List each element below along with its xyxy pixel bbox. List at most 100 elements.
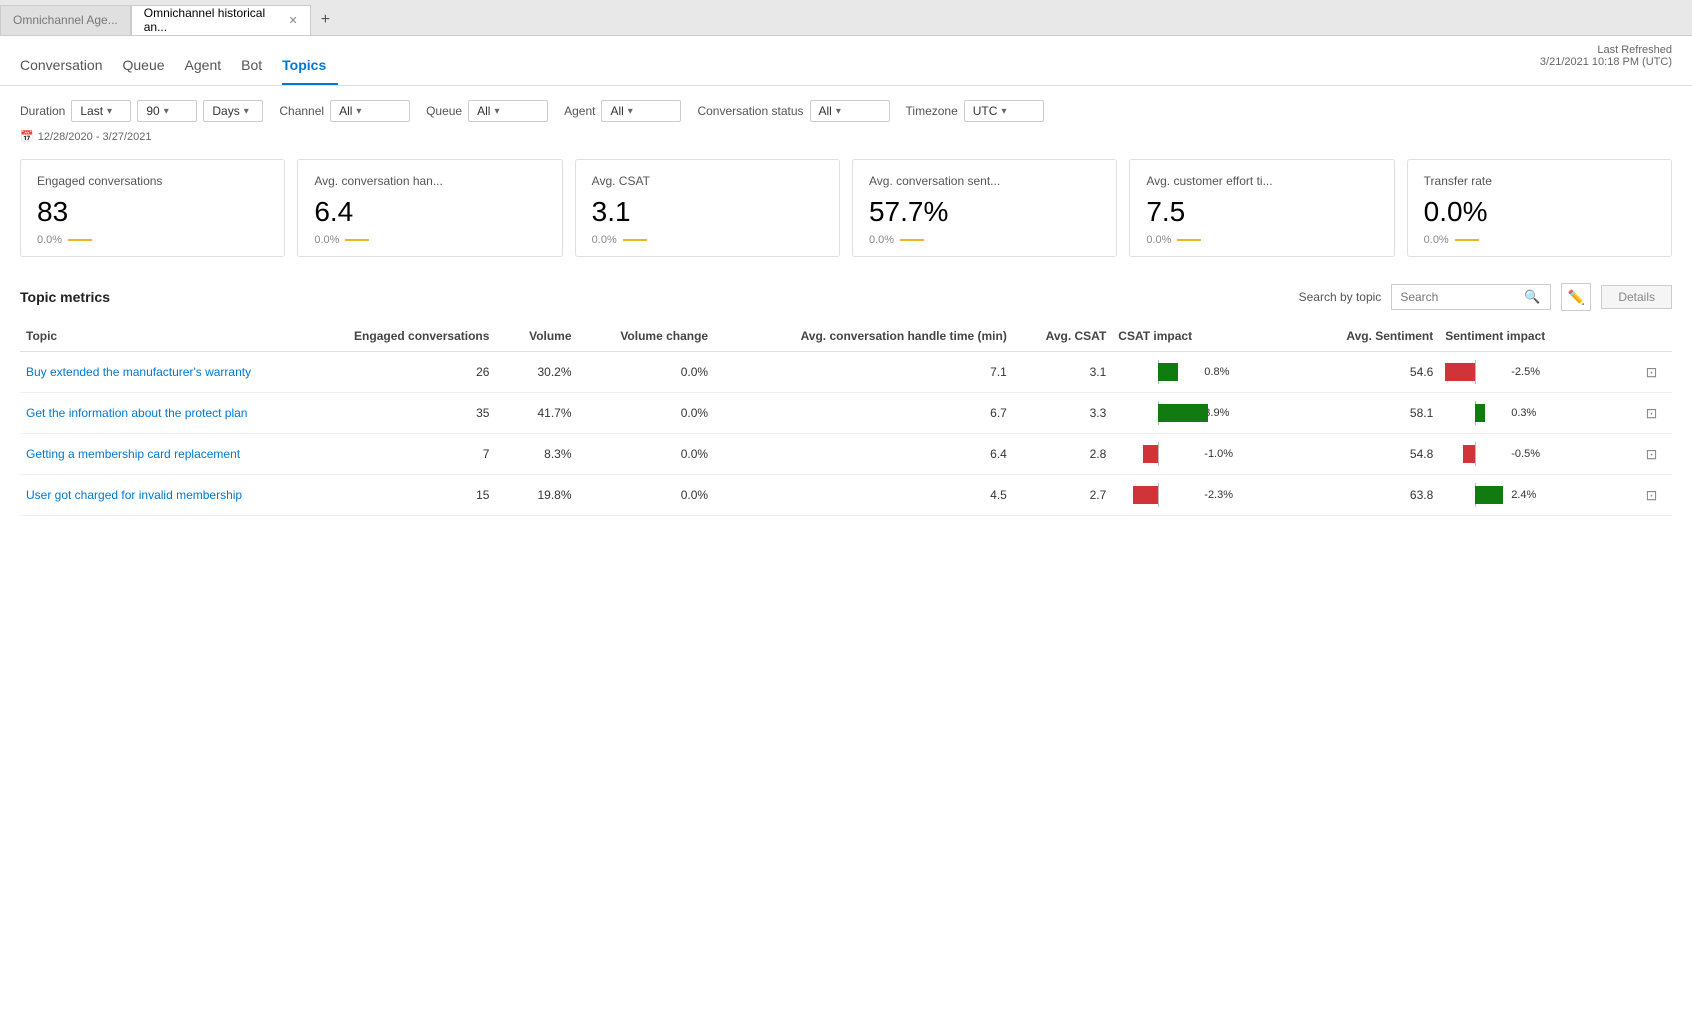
avg-handle-cell: 6.4 [714, 434, 1013, 475]
duration-value: Last [80, 104, 103, 118]
add-tab-button[interactable]: + [311, 11, 340, 29]
copy-icon[interactable]: ⊡ [1646, 364, 1658, 380]
table-row[interactable]: Buy extended the manufacturer's warranty… [20, 352, 1672, 393]
kpi-value-3: 57.7% [869, 196, 1100, 228]
nav-agent[interactable]: Agent [185, 57, 234, 85]
agent-chevron-icon: ▾ [628, 106, 633, 117]
kpi-bar-2 [623, 239, 647, 241]
nav-conversation[interactable]: Conversation [20, 57, 115, 85]
nav-topics[interactable]: Topics [282, 57, 338, 85]
metrics-header: Topic metrics Search by topic 🔍 ✏️ Detai… [20, 271, 1672, 321]
table-header-row: Topic Engaged conversations Volume Volum… [20, 321, 1672, 352]
duration-days: 90 [146, 104, 159, 118]
timezone-select[interactable]: UTC ▾ [964, 100, 1044, 122]
duration-value-select[interactable]: Last ▾ [71, 100, 131, 122]
filter-icon-button[interactable]: ✏️ [1561, 283, 1591, 311]
copy-icon[interactable]: ⊡ [1646, 405, 1658, 421]
copy-icon[interactable]: ⊡ [1646, 446, 1658, 462]
engaged-cell: 35 [294, 393, 496, 434]
table-row[interactable]: Getting a membership card replacement 7 … [20, 434, 1672, 475]
volume-change-cell: 0.0% [578, 475, 715, 516]
copy-icon-cell[interactable]: ⊡ [1631, 475, 1672, 516]
last-refreshed-value: 3/21/2021 10:18 PM (UTC) [1540, 56, 1672, 68]
channel-select[interactable]: All ▾ [330, 100, 410, 122]
csat-impact-cell: -2.3% [1112, 475, 1304, 516]
search-box[interactable]: 🔍 [1391, 284, 1551, 310]
kpi-footer-2: 0.0% [592, 234, 823, 246]
topic-name-cell: Get the information about the protect pl… [20, 393, 294, 434]
nav-queue[interactable]: Queue [123, 57, 177, 85]
conv-status-select[interactable]: All ▾ [810, 100, 890, 122]
volume-change-cell: 0.0% [578, 393, 715, 434]
timezone-chevron-icon: ▾ [1001, 106, 1006, 117]
copy-icon-cell[interactable]: ⊡ [1631, 434, 1672, 475]
sentiment-impact-cell: 0.3% [1439, 393, 1631, 434]
kpi-footer-1: 0.0% [314, 234, 545, 246]
sentiment-impact-cell: -2.5% [1439, 352, 1631, 393]
kpi-card-0: Engaged conversations 83 0.0% [20, 159, 285, 257]
agent-select[interactable]: All ▾ [601, 100, 681, 122]
volume-change-cell: 0.0% [578, 352, 715, 393]
active-tab[interactable]: Omnichannel historical an... ✕ [131, 5, 311, 35]
date-range-value: 12/28/2020 - 3/27/2021 [38, 131, 152, 143]
engaged-cell: 7 [294, 434, 496, 475]
kpi-row: Engaged conversations 83 0.0% Avg. conve… [0, 145, 1692, 271]
col-topic: Topic [20, 321, 294, 352]
duration-days-select[interactable]: 90 ▾ [137, 100, 197, 122]
metrics-controls: Search by topic 🔍 ✏️ Details [1299, 283, 1672, 311]
duration-unit-select[interactable]: Days ▾ [203, 100, 263, 122]
kpi-bar-1 [345, 239, 369, 241]
kpi-change-5: 0.0% [1424, 234, 1449, 246]
col-avg-csat: Avg. CSAT [1013, 321, 1112, 352]
pencil-icon: ✏️ [1568, 289, 1585, 306]
nav-bot[interactable]: Bot [241, 57, 274, 85]
volume-cell: 41.7% [495, 393, 577, 434]
topic-metrics-section: Topic metrics Search by topic 🔍 ✏️ Detai… [0, 271, 1692, 536]
last-refreshed-label: Last Refreshed [1540, 44, 1672, 56]
avg-csat-cell: 3.3 [1013, 393, 1112, 434]
engaged-cell: 15 [294, 475, 496, 516]
kpi-value-2: 3.1 [592, 196, 823, 228]
kpi-bar-4 [1177, 239, 1201, 241]
timezone-value: UTC [973, 104, 998, 118]
col-csat-impact: CSAT impact [1112, 321, 1304, 352]
agent-filter: Agent All ▾ [564, 100, 681, 122]
last-refreshed: Last Refreshed 3/21/2021 10:18 PM (UTC) [1540, 44, 1672, 68]
conv-status-label: Conversation status [697, 104, 803, 118]
close-icon[interactable]: ✕ [289, 14, 298, 27]
queue-select[interactable]: All ▾ [468, 100, 548, 122]
conv-status-value: All [819, 104, 832, 118]
kpi-bar-3 [900, 239, 924, 241]
topic-name-cell: Buy extended the manufacturer's warranty [20, 352, 294, 393]
sentiment-impact-cell: -0.5% [1439, 434, 1631, 475]
queue-filter: Queue All ▾ [426, 100, 548, 122]
topic-table: Topic Engaged conversations Volume Volum… [20, 321, 1672, 516]
search-input[interactable] [1400, 290, 1520, 304]
copy-icon[interactable]: ⊡ [1646, 487, 1658, 503]
table-row[interactable]: Get the information about the protect pl… [20, 393, 1672, 434]
col-avg-sentiment: Avg. Sentiment [1304, 321, 1439, 352]
topic-name-cell: Getting a membership card replacement [20, 434, 294, 475]
avg-sentiment-cell: 54.6 [1304, 352, 1439, 393]
channel-filter: Channel All ▾ [279, 100, 410, 122]
copy-icon-cell[interactable]: ⊡ [1631, 393, 1672, 434]
col-sentiment-impact: Sentiment impact [1439, 321, 1631, 352]
avg-csat-cell: 2.8 [1013, 434, 1112, 475]
sentiment-impact-cell: 2.4% [1439, 475, 1631, 516]
avg-handle-cell: 6.7 [714, 393, 1013, 434]
inactive-tab[interactable]: Omnichannel Age... [0, 5, 131, 35]
kpi-card-1: Avg. conversation han... 6.4 0.0% [297, 159, 562, 257]
kpi-footer-5: 0.0% [1424, 234, 1655, 246]
search-by-topic-label: Search by topic [1299, 290, 1382, 304]
details-button[interactable]: Details [1601, 285, 1672, 309]
kpi-card-3: Avg. conversation sent... 57.7% 0.0% [852, 159, 1117, 257]
engaged-cell: 26 [294, 352, 496, 393]
queue-value: All [477, 104, 490, 118]
kpi-value-5: 0.0% [1424, 196, 1655, 228]
kpi-value-4: 7.5 [1146, 196, 1377, 228]
table-row[interactable]: User got charged for invalid membership … [20, 475, 1672, 516]
volume-cell: 30.2% [495, 352, 577, 393]
copy-icon-cell[interactable]: ⊡ [1631, 352, 1672, 393]
col-volume-change: Volume change [578, 321, 715, 352]
avg-sentiment-cell: 58.1 [1304, 393, 1439, 434]
